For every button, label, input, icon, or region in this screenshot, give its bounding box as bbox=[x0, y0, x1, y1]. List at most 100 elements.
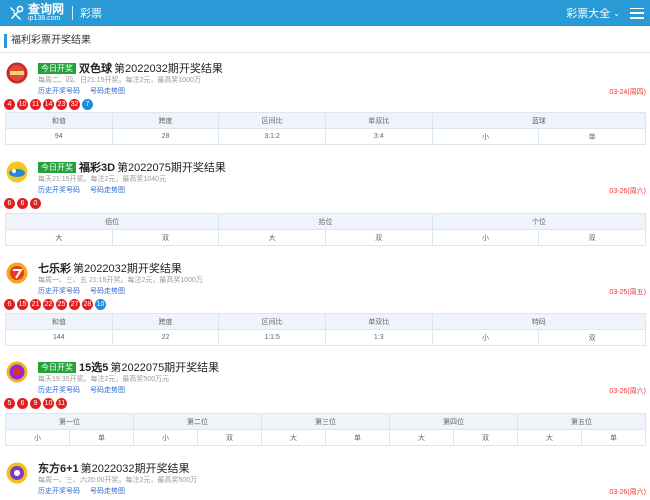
stat-header: 区间比 bbox=[218, 112, 326, 129]
lottery-issue: 第2022032期开奖结果 bbox=[80, 463, 190, 475]
stat-header: 第一位 bbox=[5, 413, 134, 430]
history-link[interactable]: 历史开奖号码 bbox=[38, 387, 80, 394]
stat-value: 22 bbox=[111, 329, 220, 346]
red-ball: 10 bbox=[43, 398, 54, 409]
red-ball: 28 bbox=[82, 299, 93, 310]
red-ball: 21 bbox=[30, 299, 41, 310]
draw-date: 03-25(周五) bbox=[609, 289, 646, 296]
draw-date: 03-26(周六) bbox=[609, 188, 646, 195]
stats-table: 和值 跨度 区间比 单双比 蓝球 94 28 3:1:2 3:4 小 单 bbox=[5, 112, 647, 145]
header-divider bbox=[72, 6, 74, 20]
stat-value: 94 bbox=[5, 128, 113, 145]
stat-value: 大 bbox=[389, 429, 454, 446]
lottery-name[interactable]: 15选5 bbox=[79, 359, 108, 375]
stat-header: 跨度 bbox=[111, 112, 220, 129]
stat-header: 区间比 bbox=[218, 313, 326, 330]
stat-header: 单双比 bbox=[324, 313, 433, 330]
stat-header: 跨度 bbox=[111, 313, 220, 330]
stat-header: 单双比 bbox=[324, 112, 433, 129]
red-ball: 6 bbox=[4, 299, 15, 310]
draw-schedule: 每天21:15开奖。每注2元，最高奖1040元 bbox=[38, 176, 166, 183]
chevron-down-icon[interactable]: ⌄ bbox=[613, 9, 620, 18]
lottery-name[interactable]: 福彩3D bbox=[79, 159, 115, 175]
red-ball: 11 bbox=[30, 99, 41, 110]
history-link[interactable]: 历史开奖号码 bbox=[38, 88, 80, 95]
today-draw-badge: 今日开奖 bbox=[38, 62, 76, 74]
red-ball: 6 bbox=[17, 398, 28, 409]
red-ball: 15 bbox=[17, 299, 28, 310]
stat-value: 单 bbox=[538, 128, 646, 145]
stat-value: 双 bbox=[324, 229, 433, 246]
red-ball: 22 bbox=[43, 299, 54, 310]
stat-value: 144 bbox=[5, 329, 113, 346]
trend-link[interactable]: 号码走势图 bbox=[90, 187, 125, 194]
stat-header: 个位 bbox=[431, 213, 647, 230]
stat-value: 双 bbox=[111, 229, 220, 246]
red-ball: 0 bbox=[30, 198, 41, 209]
history-link[interactable]: 历史开奖号码 bbox=[38, 488, 80, 495]
logo-name: 查询网 bbox=[28, 2, 65, 16]
blue-ball: 7 bbox=[82, 99, 93, 110]
winning-numbers: 6 6 0 bbox=[4, 198, 43, 209]
stats-table: 佰位 拾位 个位 大 双 大 双 小 双 bbox=[4, 213, 647, 246]
stat-value: 小 bbox=[431, 229, 540, 246]
heading-divider bbox=[0, 52, 650, 53]
stat-value: 大 bbox=[218, 229, 326, 246]
stat-value: 双 bbox=[538, 329, 646, 346]
stat-header: 第四位 bbox=[389, 413, 518, 430]
trend-link[interactable]: 号码走势图 bbox=[90, 88, 125, 95]
blue-ball: 10 bbox=[95, 299, 106, 310]
hamburger-menu-icon[interactable] bbox=[630, 7, 644, 19]
history-link[interactable]: 历史开奖号码 bbox=[38, 187, 80, 194]
lottery-name[interactable]: 七乐彩 bbox=[38, 260, 71, 276]
stat-header: 第三位 bbox=[261, 413, 390, 430]
today-draw-badge: 今日开奖 bbox=[38, 161, 76, 173]
logo-domain: ip138.com bbox=[28, 15, 61, 22]
trend-link[interactable]: 号码走势图 bbox=[90, 488, 125, 495]
history-link[interactable]: 历史开奖号码 bbox=[38, 288, 80, 295]
draw-date: 03-24(周四) bbox=[609, 89, 646, 96]
red-ball: 25 bbox=[56, 299, 67, 310]
stat-value: 大 bbox=[261, 429, 326, 446]
stat-header: 特码 bbox=[431, 313, 647, 330]
lottery-issue: 第2022032期开奖结果 bbox=[114, 63, 223, 75]
stat-value: 小 bbox=[431, 329, 540, 346]
stat-value: 双 bbox=[197, 429, 262, 446]
site-logo[interactable]: 查询网 ip138.com bbox=[8, 3, 64, 23]
trend-link[interactable]: 号码走势图 bbox=[90, 387, 125, 394]
red-ball: 10 bbox=[17, 99, 28, 110]
stats-table: 和值 跨度 区间比 单双比 特码 144 22 1:1:5 1:3 小 双 bbox=[5, 313, 647, 346]
winning-numbers: 4 10 11 14 23 32 7 bbox=[4, 99, 95, 110]
stat-value: 1:1:5 bbox=[218, 329, 326, 346]
qilecai-logo-icon bbox=[6, 262, 28, 284]
category-menu-label[interactable]: 彩票大全 bbox=[566, 5, 610, 21]
winning-numbers: 5 6 9 10 11 bbox=[4, 398, 69, 409]
red-ball: 4 bbox=[4, 99, 15, 110]
section-title[interactable]: 彩票 bbox=[80, 5, 102, 21]
shuangseqiu-logo-icon bbox=[6, 62, 28, 84]
lottery-issue: 第2022032期开奖结果 bbox=[73, 263, 182, 275]
lottery-name[interactable]: 双色球 bbox=[79, 60, 112, 76]
stat-value: 小 bbox=[5, 429, 70, 446]
page-heading: 福利彩票开奖结果 bbox=[4, 34, 91, 48]
stat-value: 双 bbox=[538, 229, 646, 246]
stat-header: 和值 bbox=[5, 112, 113, 129]
draw-schedule: 每周一、三、五 21:15开奖。每注2元，最高奖1000万 bbox=[38, 277, 203, 284]
draw-schedule: 每天19:35开奖。每注2元，最高奖500万元 bbox=[38, 376, 170, 383]
draw-schedule: 每周二、四、日21:15开奖。每注2元，最高奖1000万 bbox=[38, 77, 201, 84]
lottery-issue: 第2022075期开奖结果 bbox=[117, 162, 226, 174]
draw-date: 03-26(周六) bbox=[609, 489, 646, 496]
lottery-issue: 第2022075期开奖结果 bbox=[110, 362, 220, 374]
red-ball: 6 bbox=[17, 198, 28, 209]
stats-table: 第一位 第二位 第三位 第四位 第五位 小 单 小 双 大 单 大 双 大 单 bbox=[5, 413, 646, 446]
stat-value: 单 bbox=[69, 429, 134, 446]
red-ball: 23 bbox=[56, 99, 67, 110]
stat-header: 第二位 bbox=[133, 413, 262, 430]
top-bar: 查询网 ip138.com 彩票 彩票大全 ⌄ bbox=[0, 0, 650, 26]
draw-schedule: 每周一、三、六20:00开奖。每注2元，最高奖500万 bbox=[38, 477, 198, 484]
stat-value: 3:1:2 bbox=[218, 128, 326, 145]
trend-link[interactable]: 号码走势图 bbox=[90, 288, 125, 295]
draw-date: 03-26(周六) bbox=[609, 388, 646, 395]
lottery-name[interactable]: 东方6+1 bbox=[38, 460, 79, 476]
red-ball: 6 bbox=[4, 198, 15, 209]
